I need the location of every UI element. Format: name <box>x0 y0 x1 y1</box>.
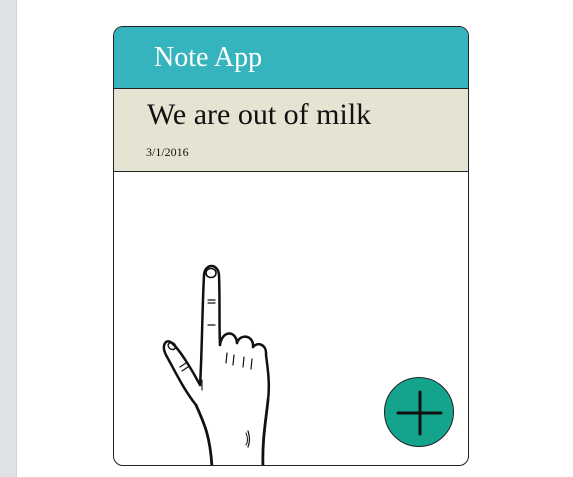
app-title: Note App <box>154 42 263 73</box>
app-bar: Note App <box>114 27 468 89</box>
note-date: 3/1/2016 <box>146 145 189 159</box>
note-item[interactable]: We are out of milk 3/1/2016 <box>114 89 468 172</box>
note-title: We are out of milk <box>147 98 372 131</box>
plus-icon <box>396 390 443 436</box>
phone-frame: Note App We are out of milk 3/1/2016 <box>113 26 469 466</box>
pointing-hand-icon <box>162 245 282 465</box>
add-note-button[interactable] <box>384 377 454 447</box>
